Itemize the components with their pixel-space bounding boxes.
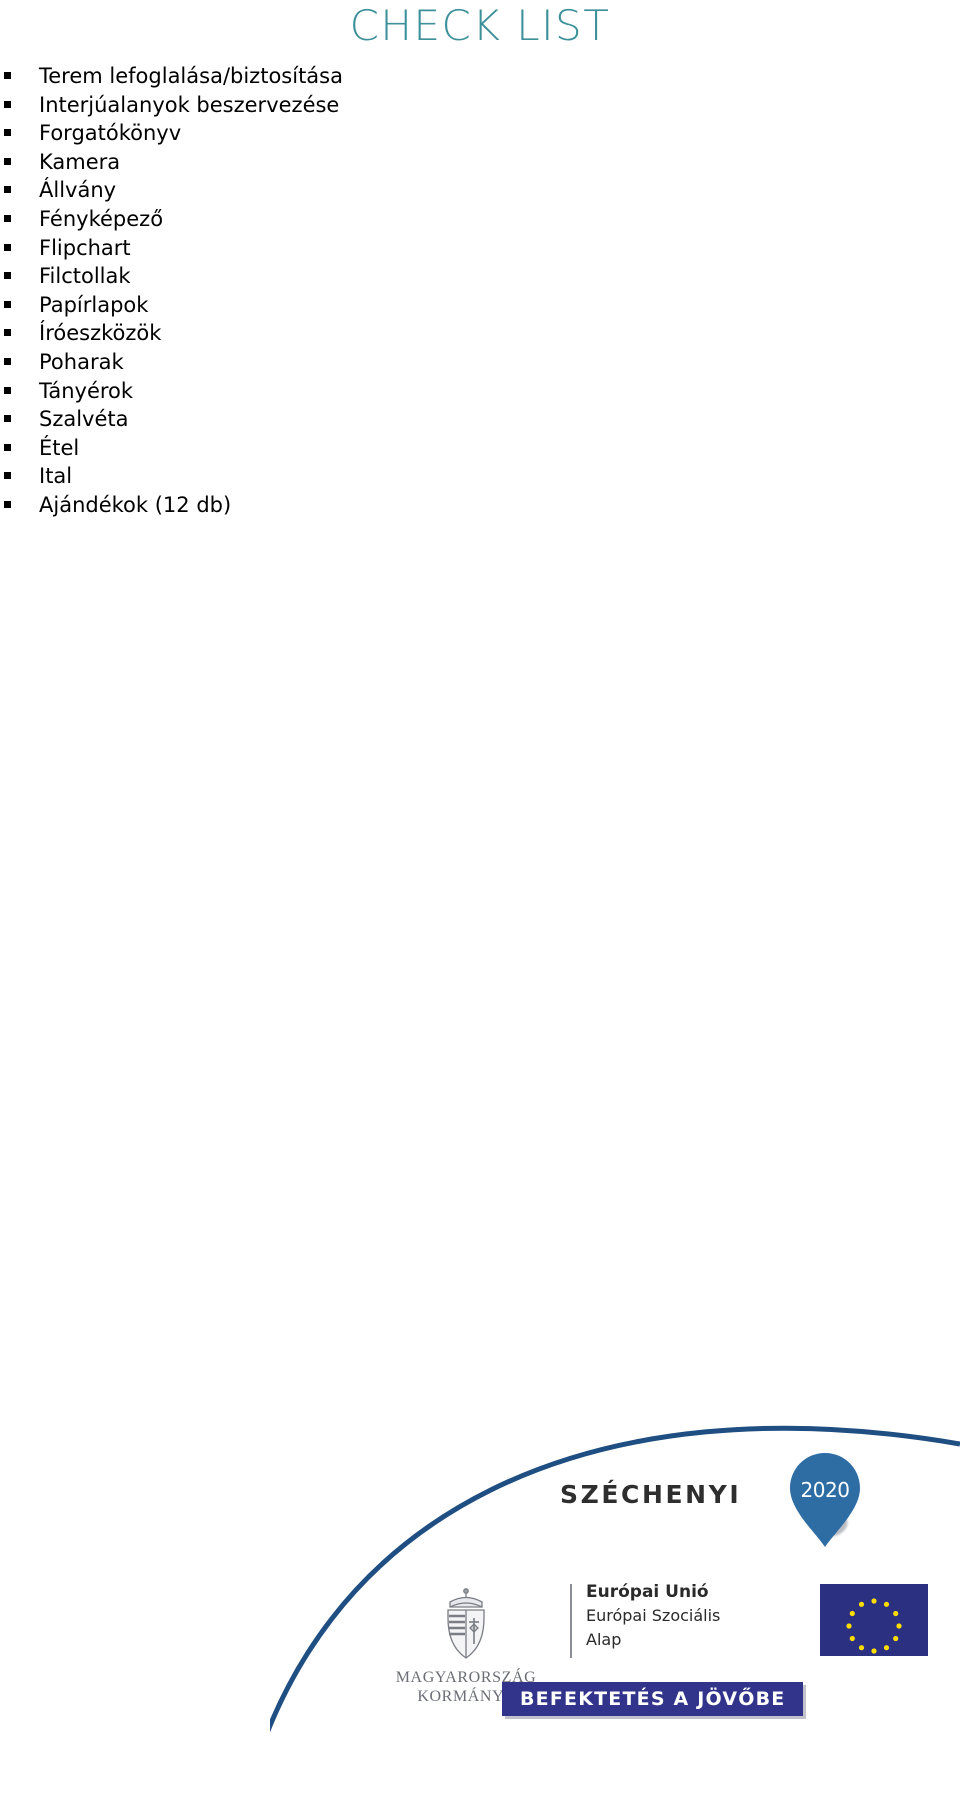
list-item: Állvány bbox=[0, 176, 520, 205]
checklist: Terem lefoglalása/biztosítása Interjúala… bbox=[0, 62, 520, 520]
list-item: Terem lefoglalása/biztosítása bbox=[0, 62, 520, 91]
square-bullet-icon bbox=[4, 186, 11, 194]
list-item-label: Étel bbox=[39, 435, 80, 460]
eu-line-1: Európai Unió bbox=[586, 1582, 709, 1602]
list-item-label: Interjúalanyok beszervezése bbox=[39, 92, 340, 117]
list-item-label: Flipchart bbox=[39, 235, 131, 260]
eu-text-group: Európai Unió Európai Szociális Alap bbox=[586, 1580, 720, 1652]
list-item-label: Szalvéta bbox=[39, 407, 129, 432]
list-item: Flipchart bbox=[0, 234, 520, 263]
square-bullet-icon bbox=[4, 243, 11, 251]
map-pin-2020: 2020 bbox=[788, 1452, 862, 1548]
hungary-coat-of-arms-icon bbox=[447, 1588, 485, 1659]
invest-banner: BEFEKTETÉS A JÖVŐBE bbox=[502, 1682, 804, 1716]
list-item: Fényképező bbox=[0, 205, 520, 234]
square-bullet-icon bbox=[4, 443, 11, 451]
list-item: Poharak bbox=[0, 348, 520, 377]
list-item: Forgatókönyv bbox=[0, 119, 520, 148]
szechenyi-2020-logo: SZÉCHENYI 2020 MAGYARORSZÁG KORMÁNYA Eur… bbox=[270, 1352, 960, 1802]
square-bullet-icon bbox=[4, 214, 11, 222]
list-item: Kamera bbox=[0, 148, 520, 177]
eu-line-3: Alap bbox=[586, 1630, 622, 1649]
list-item: Ital bbox=[0, 462, 520, 491]
list-item-label: Papírlapok bbox=[39, 292, 149, 317]
list-item: Interjúalanyok beszervezése bbox=[0, 91, 520, 120]
list-item: Étel bbox=[0, 434, 520, 463]
invest-banner-text: BEFEKTETÉS A JÖVŐBE bbox=[520, 1688, 786, 1710]
page-title: CHECK LIST bbox=[349, 1, 611, 50]
vertical-divider bbox=[570, 1584, 572, 1658]
square-bullet-icon bbox=[4, 500, 11, 508]
list-item-label: Ajándékok (12 db) bbox=[39, 492, 232, 517]
list-item: Papírlapok bbox=[0, 291, 520, 320]
square-bullet-icon bbox=[4, 357, 11, 365]
square-bullet-icon bbox=[4, 415, 11, 423]
list-item-label: Terem lefoglalása/biztosítása bbox=[39, 64, 343, 88]
square-bullet-icon bbox=[4, 329, 11, 337]
szechenyi-wordmark: SZÉCHENYI bbox=[560, 1480, 742, 1509]
list-item: Filctollak bbox=[0, 262, 520, 291]
pin-year-label: 2020 bbox=[800, 1478, 850, 1502]
list-item: Ajándékok (12 db) bbox=[0, 491, 520, 520]
list-item-label: Kamera bbox=[39, 149, 121, 174]
square-bullet-icon bbox=[4, 300, 11, 308]
list-item-label: Ital bbox=[39, 464, 73, 489]
list-item-label: Fényképező bbox=[39, 206, 164, 231]
square-bullet-icon bbox=[4, 272, 11, 280]
list-item-label: Állvány bbox=[39, 178, 117, 203]
list-item: Íróeszközök bbox=[0, 319, 520, 348]
blue-arc-decoration bbox=[270, 1425, 960, 1733]
square-bullet-icon bbox=[4, 129, 11, 137]
list-item-label: Forgatókönyv bbox=[39, 121, 182, 146]
square-bullet-icon bbox=[4, 72, 11, 79]
list-item-label: Tányérok bbox=[39, 378, 134, 403]
square-bullet-icon bbox=[4, 386, 11, 394]
square-bullet-icon bbox=[4, 472, 11, 480]
eu-flag-icon bbox=[820, 1584, 928, 1656]
list-item-label: Filctollak bbox=[39, 264, 131, 289]
list-item: Tányérok bbox=[0, 377, 520, 406]
list-item-label: Poharak bbox=[39, 349, 124, 374]
square-bullet-icon bbox=[4, 157, 11, 165]
european-union-lockup: Európai Unió Európai Szociális Alap bbox=[570, 1580, 950, 1662]
square-bullet-icon bbox=[4, 100, 11, 108]
eu-line-2: Európai Szociális bbox=[586, 1606, 721, 1625]
list-item-label: Íróeszközök bbox=[39, 321, 162, 346]
list-item: Szalvéta bbox=[0, 405, 520, 434]
